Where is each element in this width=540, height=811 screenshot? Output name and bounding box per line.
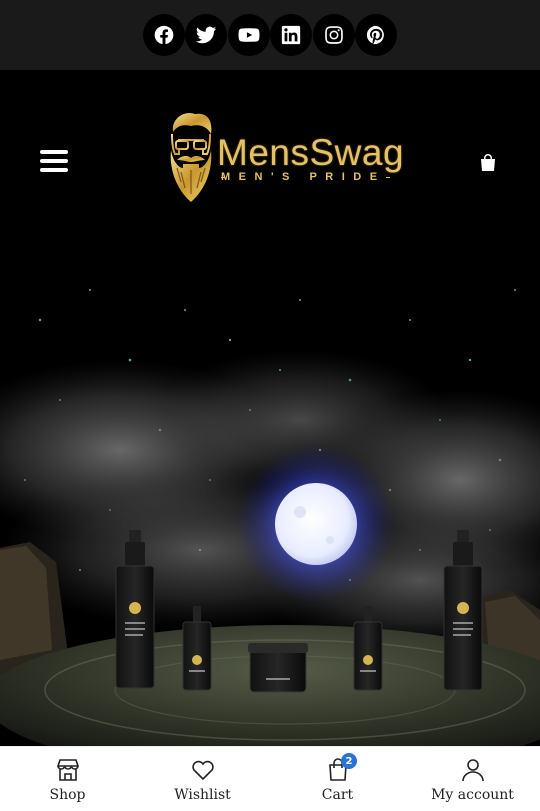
logo-tagline: MEN'S PRIDE <box>221 171 390 183</box>
site-header: MensSwag MEN'S PRIDE <box>0 70 540 250</box>
hamburger-menu-icon <box>40 150 68 154</box>
linkedin-icon <box>282 25 301 45</box>
site-logo[interactable]: MensSwag MEN'S PRIDE <box>163 108 413 208</box>
menu-toggle-button[interactable] <box>40 150 68 172</box>
nav-my-account-label: My account <box>431 786 514 803</box>
user-icon <box>461 758 484 781</box>
facebook-link[interactable] <box>142 14 185 56</box>
facebook-icon <box>154 25 173 45</box>
pinterest-icon <box>367 25 385 45</box>
youtube-icon <box>238 28 260 42</box>
bottom-navigation: Shop Wishlist 2 Cart My account <box>0 746 540 811</box>
nav-cart-label: Cart <box>321 786 354 803</box>
nav-cart[interactable]: 2 Cart <box>270 747 405 811</box>
nav-shop-label: Shop <box>49 786 86 803</box>
twitter-icon <box>196 26 217 44</box>
nav-wishlist-label: Wishlist <box>174 786 231 803</box>
pinterest-link[interactable] <box>355 14 398 56</box>
cart-count-badge: 2 <box>341 753 357 769</box>
moon <box>275 483 357 565</box>
store-icon <box>56 758 79 781</box>
youtube-link[interactable] <box>227 14 270 56</box>
bearded-man-icon <box>170 112 212 202</box>
hero-banner <box>0 250 540 746</box>
logo-name: MensSwag <box>217 132 405 173</box>
heart-icon <box>191 760 214 780</box>
nav-shop[interactable]: Shop <box>0 747 135 811</box>
social-bar <box>0 0 540 70</box>
hero-scene-image <box>0 289 540 746</box>
linkedin-link[interactable] <box>270 14 313 56</box>
twitter-link[interactable] <box>185 14 228 56</box>
instagram-link[interactable] <box>312 14 355 56</box>
nav-my-account[interactable]: My account <box>405 747 540 811</box>
instagram-icon <box>325 26 343 44</box>
nav-wishlist[interactable]: Wishlist <box>135 747 270 811</box>
shopping-bag-icon[interactable] <box>480 154 496 172</box>
